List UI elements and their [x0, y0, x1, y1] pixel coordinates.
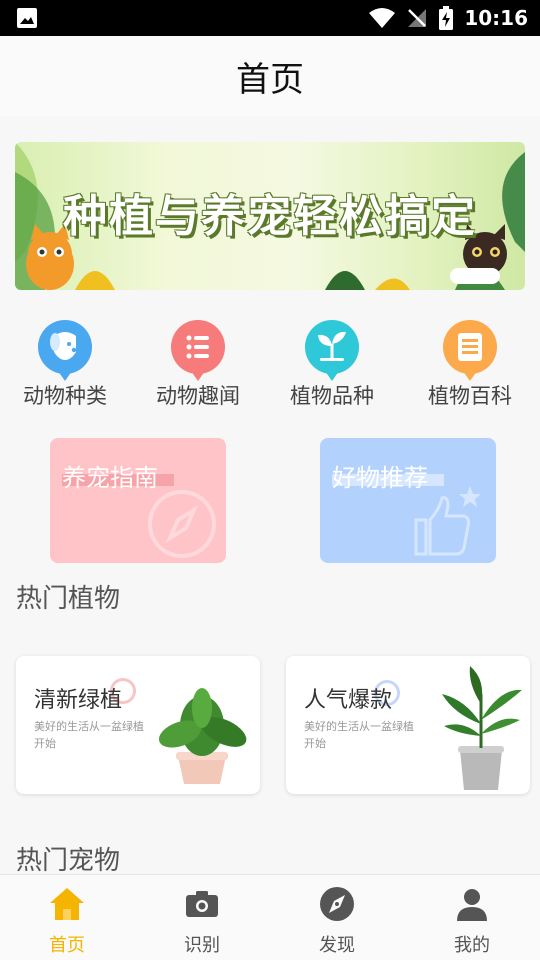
pet-guide-title: 养宠指南: [62, 464, 158, 492]
camera-icon: [186, 891, 218, 917]
pet-guide-card[interactable]: 养宠指南: [50, 438, 226, 563]
plant-card-title: 清新绿植: [34, 688, 123, 713]
recommended-goods-card[interactable]: 好物推荐: [320, 438, 496, 563]
banner-slogan: 种植与养宠轻松搞定: [63, 191, 477, 242]
home-icon: [50, 888, 84, 920]
book-icon: [443, 320, 497, 381]
category-animal-types[interactable]: 动物种类: [0, 318, 130, 410]
nav-label: 识别: [184, 935, 220, 956]
promo-banner[interactable]: 种植与养宠轻松搞定: [15, 142, 525, 290]
nav-discover[interactable]: 发现: [297, 885, 377, 957]
plant-card-title: 人气爆款: [304, 688, 393, 713]
potted-plant-image: [442, 666, 522, 790]
no-signal-icon: [408, 9, 427, 27]
plant-card-desc: 美好的生活从一盆绿植开始: [304, 720, 414, 750]
nav-identify[interactable]: 识别: [162, 885, 242, 957]
list-icon: [171, 320, 225, 381]
plant-card-desc: 美好的生活从一盆绿植开始: [34, 720, 144, 750]
category-label: 植物百科: [428, 384, 512, 408]
person-icon: [457, 889, 487, 921]
category-grid: 动物种类 动物趣闻 植物品种 植物百科: [0, 318, 540, 418]
section-title-hot-pets: 热门宠物: [16, 846, 121, 876]
status-bar: 10:16: [0, 0, 540, 36]
plant-card-popular[interactable]: 人气爆款 美好的生活从一盆绿植开始: [286, 656, 530, 794]
wifi-icon: [369, 8, 396, 28]
category-label: 动物趣闻: [156, 384, 240, 408]
nav-label: 发现: [319, 935, 355, 956]
dog-icon: [38, 320, 92, 381]
nav-mine[interactable]: 我的: [432, 885, 512, 957]
section-title-hot-plants: 热门植物: [16, 584, 121, 614]
image-notification-icon: [17, 8, 37, 28]
thumbs-up-icon: [414, 486, 481, 556]
sprout-icon: [305, 320, 359, 381]
compass-icon: [148, 490, 216, 558]
nav-label: 首页: [49, 935, 85, 956]
category-plant-encyclopedia[interactable]: 植物百科: [405, 318, 535, 410]
nav-label: 我的: [454, 935, 490, 956]
app-header: 首页: [0, 36, 540, 116]
category-animal-news[interactable]: 动物趣闻: [133, 318, 263, 410]
bottom-navigation: 首页 识别 发现 我的: [0, 874, 540, 960]
plant-card-fresh-green[interactable]: 清新绿植 美好的生活从一盆绿植开始: [16, 656, 260, 794]
nav-home[interactable]: 首页: [27, 885, 107, 957]
category-label: 动物种类: [23, 384, 107, 408]
battery-charging-icon: [439, 6, 454, 30]
status-time: 10:16: [464, 6, 528, 30]
compass-icon: [320, 887, 354, 921]
category-label: 植物品种: [290, 384, 374, 408]
page-title: 首页: [236, 60, 304, 100]
potted-plant-image: [158, 688, 247, 784]
category-plant-varieties[interactable]: 植物品种: [267, 318, 397, 410]
